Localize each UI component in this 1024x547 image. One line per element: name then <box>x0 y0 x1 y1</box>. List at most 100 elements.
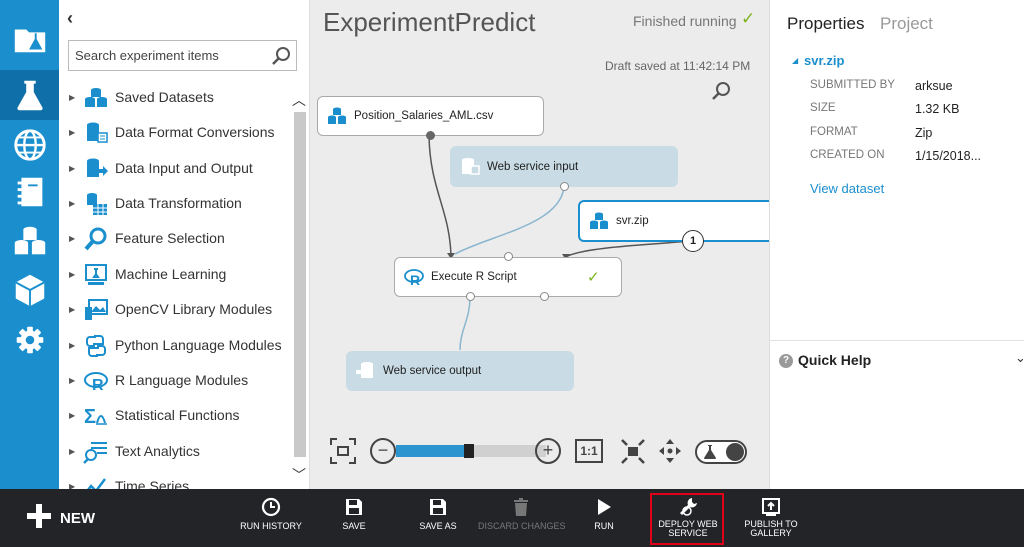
discard-changes-button[interactable]: DISCARD CHANGES <box>478 497 566 543</box>
expand-arrow-icon[interactable]: ▶ <box>69 234 75 243</box>
expand-arrow-icon[interactable]: ▶ <box>69 447 75 456</box>
execute-r-script-node[interactable]: R Execute R Script ✓ <box>394 252 622 301</box>
property-value: arksue <box>915 79 953 93</box>
expand-arrow-icon[interactable]: ▶ <box>69 270 75 279</box>
tab-properties[interactable]: Properties <box>787 14 864 34</box>
projects-nav-button[interactable] <box>0 14 59 64</box>
save-as-button[interactable]: SAVE AS <box>415 497 461 543</box>
expand-arrow-icon[interactable]: ▶ <box>69 305 75 314</box>
actual-size-button[interactable]: 1:1 <box>575 439 603 463</box>
palette-item-python-language-modules[interactable]: ▶ Python Language Modules <box>59 328 291 362</box>
run-button[interactable]: RUN <box>590 497 618 543</box>
pan-move-icon[interactable] <box>657 436 683 466</box>
svg-text:R: R <box>92 377 104 394</box>
zoom-slider[interactable] <box>396 444 546 458</box>
module-palette: ‹ ▶ Saved Datasets ▶ Data Format Convers <box>59 0 310 489</box>
new-button[interactable]: NEW <box>26 501 106 535</box>
experiment-title[interactable]: ExperimentPredict <box>323 7 535 38</box>
dataset-node-csv[interactable]: Position_Salaries_AML.csv <box>317 96 544 140</box>
datasets-nav-button[interactable] <box>0 216 59 266</box>
palette-item-feature-selection[interactable]: ▶ Feature Selection <box>59 221 291 255</box>
quick-help-title[interactable]: Quick Help <box>798 352 871 368</box>
palette-item-r-language-modules[interactable]: ▶ R R Language Modules <box>59 363 291 397</box>
property-key: SUBMITTED BY <box>810 79 895 91</box>
toolbar-button-label: RUN <box>594 521 614 531</box>
scrollbar-thumb[interactable] <box>294 112 306 457</box>
opencv-icon <box>85 299 108 320</box>
experiment-canvas[interactable]: ExperimentPredict Finished running ✓ Dra… <box>310 0 769 489</box>
run-history-button[interactable]: RUN HISTORY <box>240 497 302 543</box>
expand-arrow-icon[interactable]: ▶ <box>69 411 75 420</box>
output-port[interactable] <box>560 182 569 191</box>
scroll-up-chevron-icon[interactable]: ︿ <box>292 90 306 110</box>
collapse-arrow-icon[interactable]: ◢ <box>792 56 798 65</box>
palette-item-opencv-library-modules[interactable]: ▶ OpenCV Library Modules <box>59 292 291 326</box>
expand-arrow-icon[interactable]: ▶ <box>69 128 75 137</box>
web-service-input-icon <box>462 157 480 175</box>
palette-item-saved-datasets[interactable]: ▶ Saved Datasets <box>59 80 291 114</box>
palette-item-data-transformation[interactable]: ▶ Data Transformation <box>59 186 291 220</box>
save-button[interactable]: SAVE <box>334 497 374 543</box>
output-port[interactable] <box>426 131 435 140</box>
play-icon <box>598 499 611 515</box>
trash-icon <box>514 498 528 516</box>
collapse-palette-chevron-icon[interactable]: ‹ <box>67 8 73 29</box>
fit-selection-icon[interactable] <box>620 436 646 466</box>
r-language-icon: R <box>84 372 108 394</box>
canvas-search-icon[interactable] <box>710 80 732 102</box>
view-dataset-link[interactable]: View dataset <box>810 181 884 196</box>
scroll-down-chevron-icon[interactable]: ﹀ <box>292 465 306 485</box>
expand-arrow-icon[interactable]: ▶ <box>69 199 75 208</box>
web-service-output-node[interactable]: Web service output <box>346 351 574 391</box>
palette-item-statistical-functions[interactable]: ▶ Σ Statistical Functions <box>59 398 291 432</box>
property-row-created-on: CREATED ON 1/15/2018... <box>810 149 1020 167</box>
web-services-nav-button[interactable] <box>0 120 59 170</box>
search-icon[interactable] <box>270 45 292 67</box>
palette-item-machine-learning[interactable]: ▶ Machine Learning <box>59 257 291 291</box>
palette-item-data-format-conversions[interactable]: ▶ Data Format Conversions <box>59 115 291 149</box>
expand-arrow-icon[interactable]: ▶ <box>69 93 75 102</box>
output-port[interactable] <box>466 292 475 301</box>
palette-item-time-series[interactable]: ▶ Time Series <box>59 469 291 489</box>
expand-arrow-icon[interactable]: ▶ <box>69 376 75 385</box>
divider <box>770 340 1024 341</box>
svg-text:Σ: Σ <box>84 406 96 428</box>
trained-models-nav-button[interactable] <box>0 265 59 315</box>
data-io-icon <box>87 158 108 177</box>
palette-item-label: Machine Learning <box>115 266 227 282</box>
zoom-slider-thumb[interactable] <box>463 444 474 458</box>
deploy-highlight-box <box>650 493 724 545</box>
toolbar-button-label: SAVE <box>342 521 366 531</box>
palette-scrollbar[interactable]: ︿ ﹀ <box>291 90 307 485</box>
notebooks-nav-button[interactable] <box>0 167 59 217</box>
expand-arrow-icon[interactable]: ▶ <box>69 341 75 350</box>
property-key: SIZE <box>810 102 836 114</box>
publish-to-gallery-button[interactable]: PUBLISH TO GALLERY <box>742 497 800 543</box>
search-input[interactable] <box>69 41 269 70</box>
minimap-toggle[interactable] <box>695 440 747 464</box>
palette-item-text-analytics[interactable]: ▶ Text Analytics <box>59 434 291 468</box>
dataset-name-heading[interactable]: svr.zip <box>804 53 844 68</box>
chevron-down-icon[interactable]: ⌄ <box>1015 350 1024 366</box>
web-service-input-node[interactable]: Web service input <box>450 146 678 191</box>
dataset-node-svr-zip[interactable]: svr.zip <box>578 200 769 242</box>
bottom-command-bar: NEW RUN HISTORY SAVE SAVE AS DISCARD CHA… <box>0 489 1024 547</box>
dataset-node-icon <box>590 212 608 229</box>
palette-item-data-input-output[interactable]: ▶ Data Input and Output <box>59 151 291 185</box>
zoom-in-button[interactable]: + <box>535 438 561 464</box>
output-port[interactable] <box>540 292 549 301</box>
property-row-size: SIZE 1.32 KB <box>810 102 1020 120</box>
tab-project[interactable]: Project <box>880 14 933 34</box>
expand-arrow-icon[interactable]: ▶ <box>69 482 75 490</box>
fit-to-screen-icon[interactable] <box>328 436 358 466</box>
palette-item-label: Text Analytics <box>115 443 200 459</box>
experiments-nav-button[interactable] <box>0 70 59 120</box>
property-value: Zip <box>915 126 933 140</box>
zoom-out-button[interactable]: − <box>370 438 396 464</box>
wire-wsinput-to-rscript <box>454 186 565 255</box>
expand-arrow-icon[interactable]: ▶ <box>69 164 75 173</box>
input-port[interactable] <box>504 252 513 261</box>
settings-nav-button[interactable] <box>0 315 59 365</box>
connection-badge[interactable]: 1 <box>682 230 704 252</box>
machine-learning-icon <box>85 264 107 285</box>
